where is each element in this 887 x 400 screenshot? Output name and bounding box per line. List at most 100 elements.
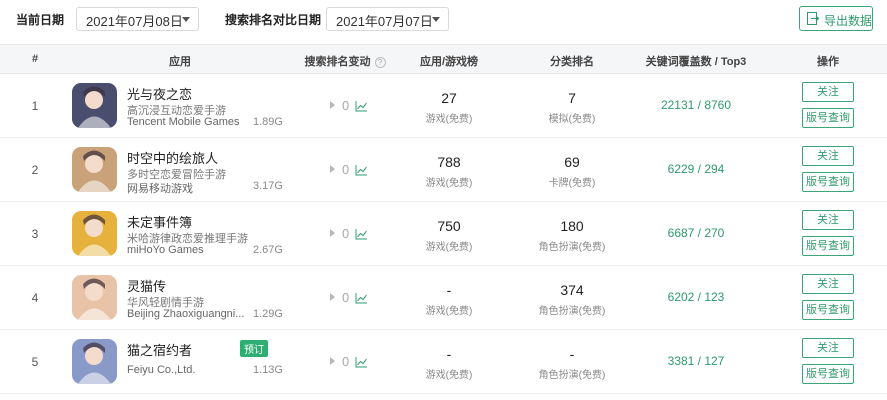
export-data-label: 导出数据 [824,14,873,28]
table-row: 2 时空中的绘旅人 多时空恋爱冒险手游 网易移动游戏 3.17G 0 788 游戏(免费) 69… [0,138,887,202]
play-icon [330,229,335,237]
app-developer: Beijing Zhaoxiguangni... [127,308,245,320]
license-query-button[interactable]: 版号查询 [802,172,854,192]
table-row: 1 光与夜之恋 高沉浸互动恋爱手游 Tencent Mobile Games 1.89G… [0,74,887,138]
app-developer: miHoYo Games [127,244,204,256]
follow-button[interactable]: 关注 [802,210,854,230]
category-type: 角色扮演(免费) [538,370,606,381]
header-category-rank: 分类排名 [550,56,594,68]
rank-change-value: 0 [342,98,350,113]
category-type: 模拟(免费) [548,114,596,125]
follow-button[interactable]: 关注 [802,82,854,102]
follow-button[interactable]: 关注 [802,274,854,294]
category-rank: 69 [564,154,580,170]
rank-change: 0 [330,162,368,177]
rank-change: 0 [330,98,368,113]
keyword-coverage-link[interactable]: 6687 / 270 [628,226,764,240]
follow-button[interactable]: 关注 [802,338,854,358]
header-index: # [31,53,39,65]
table-header: # 应用 搜索排名变动? 应用/游戏榜 分类排名 关键词覆盖数 / Top3 操… [0,44,887,74]
row-index: 4 [31,291,39,305]
row-index: 5 [31,355,39,369]
keyword-coverage-link[interactable]: 6229 / 294 [628,162,764,176]
chevron-down-icon [432,17,440,22]
export-data-button[interactable]: 导出数据 [799,6,873,31]
chart-rank: 788 [437,154,461,170]
presale-badge: 预订 [240,340,268,357]
chart-rank: 750 [437,218,461,234]
header-app: 应用 [169,56,191,68]
row-index: 2 [31,163,39,177]
keyword-coverage-link[interactable]: 6202 / 123 [628,290,764,304]
chart-type: 游戏(免费) [425,114,473,125]
trend-chart-icon[interactable] [355,229,368,240]
chart-type: 游戏(免费) [425,370,473,381]
trend-chart-icon[interactable] [355,165,368,176]
trend-chart-icon[interactable] [355,357,368,368]
app-developer: Tencent Mobile Games [127,116,240,128]
row-index: 3 [31,227,39,241]
category-rank: - [569,346,575,362]
app-size: 1.89G [253,116,283,128]
chart-type: 游戏(免费) [425,306,473,317]
header-app-game-chart: 应用/游戏榜 [419,56,479,68]
app-icon[interactable] [72,275,117,320]
rank-change-value: 0 [342,162,350,177]
app-developer: Feiyu Co.,Ltd. [127,364,196,376]
chart-type: 游戏(免费) [425,242,473,253]
app-icon[interactable] [72,211,117,256]
header-rank-change-label: 搜索排名变动 [304,56,371,68]
trend-chart-icon[interactable] [355,293,368,304]
current-date-label: 当前日期 [16,13,65,27]
header-actions: 操作 [817,56,839,68]
rank-change: 0 [330,354,368,369]
category-type: 角色扮演(免费) [538,306,606,317]
app-size: 1.13G [253,364,283,376]
app-name-link[interactable]: 未定事件簿 [127,212,192,231]
category-type: 角色扮演(免费) [538,242,606,253]
follow-button[interactable]: 关注 [802,146,854,166]
play-icon [330,101,335,109]
app-icon[interactable] [72,339,117,384]
app-name-link[interactable]: 时空中的绘旅人 [127,148,218,167]
rank-change-value: 0 [342,290,350,305]
license-query-button[interactable]: 版号查询 [802,300,854,320]
trend-chart-icon[interactable] [355,101,368,112]
play-icon [330,293,335,301]
row-index: 1 [31,99,39,113]
app-name-link[interactable]: 光与夜之恋 [127,84,192,103]
compare-date-select[interactable]: 2021年07月07日 [326,7,449,31]
app-name-link[interactable]: 灵猫传 [127,276,166,295]
category-rank: 7 [568,90,576,106]
app-size: 1.29G [253,308,283,320]
table-row: 4 灵猫传 华风轻剧情手游 Beijing Zhaoxiguangni... 1.29G… [0,266,887,330]
chevron-down-icon [182,17,190,22]
license-query-button[interactable]: 版号查询 [802,108,854,128]
app-icon[interactable] [72,147,117,192]
category-rank: 180 [560,218,584,234]
chart-rank: 27 [441,90,457,106]
app-icon[interactable] [72,83,117,128]
category-type: 卡牌(免费) [548,178,596,189]
play-icon [330,165,335,173]
help-icon[interactable]: ? [374,57,386,68]
app-size: 2.67G [253,244,283,256]
header-rank-change: 搜索排名变动? [300,53,390,69]
chart-rank: - [446,282,452,298]
play-icon [330,357,335,365]
rank-change: 0 [330,290,368,305]
keyword-coverage-link[interactable]: 22131 / 8760 [628,98,764,112]
chart-rank: - [446,346,452,362]
app-size: 3.17G [253,180,283,192]
compare-date-value: 2021年07月07日 [336,14,433,29]
app-developer: 网易移动游戏 [127,183,193,195]
rank-change-value: 0 [342,354,350,369]
app-name-link[interactable]: 猫之宿约者 [127,340,192,359]
toolbar: 当前日期 2021年07月08日 搜索排名对比日期 2021年07月07日 导出… [0,0,887,44]
table-row: 3 未定事件簿 米哈游律政恋爱推理手游 miHoYo Games 2.67G 0 750 游戏… [0,202,887,266]
current-date-select[interactable]: 2021年07月08日 [76,7,199,31]
keyword-coverage-link[interactable]: 3381 / 127 [628,354,764,368]
license-query-button[interactable]: 版号查询 [802,236,854,256]
license-query-button[interactable]: 版号查询 [802,364,854,384]
table-row: 5 猫之宿约者 预订 Feiyu Co.,Ltd. 1.13G 0 - 游戏(免费) - 角色扮演… [0,330,887,394]
